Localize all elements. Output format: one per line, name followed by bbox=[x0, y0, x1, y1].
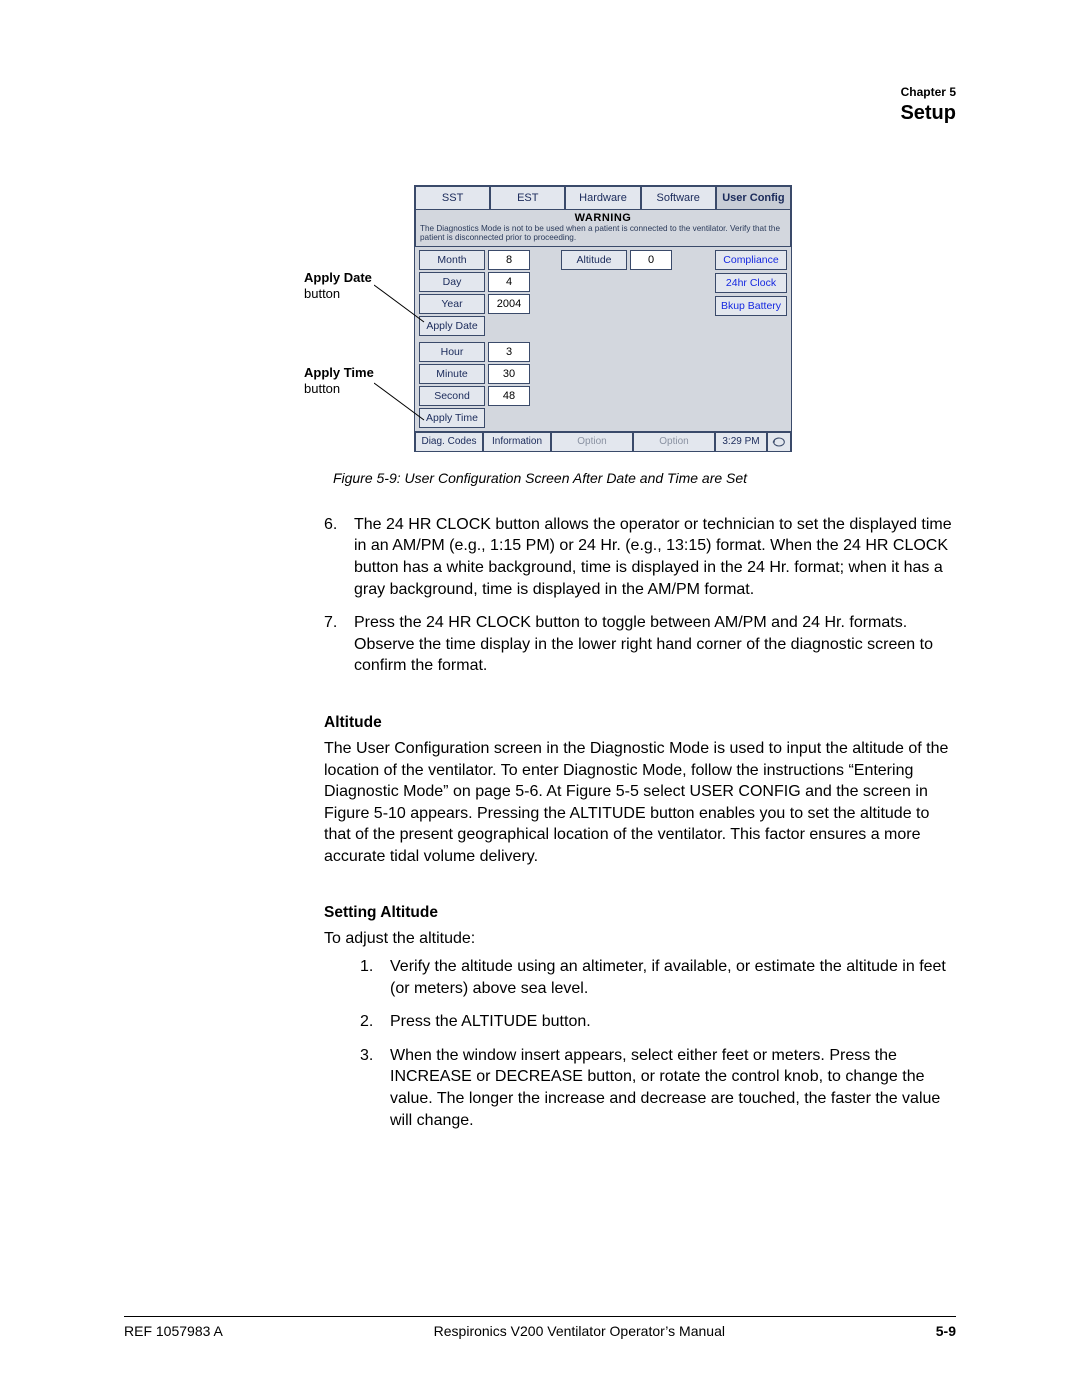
second-value: 48 bbox=[488, 386, 530, 406]
page-footer: REF 1057983 A Respironics V200 Ventilato… bbox=[124, 1316, 956, 1339]
month-button[interactable]: Month bbox=[419, 250, 485, 270]
list-item: 7. Press the 24 HR CLOCK button to toggl… bbox=[324, 612, 956, 677]
instruction-list-a: 6. The 24 HR CLOCK button allows the ope… bbox=[324, 514, 956, 677]
tab-sst[interactable]: SST bbox=[415, 186, 490, 210]
user-config-screen: SST EST Hardware Software User Config WA… bbox=[414, 185, 792, 452]
day-button[interactable]: Day bbox=[419, 272, 485, 292]
apply-date-button[interactable]: Apply Date bbox=[419, 316, 485, 336]
setting-altitude-heading: Setting Altitude bbox=[324, 903, 956, 924]
option-button-2: Option bbox=[633, 432, 715, 452]
day-value: 4 bbox=[488, 272, 530, 292]
footer-title: Respironics V200 Ventilator Operator’s M… bbox=[434, 1323, 725, 1339]
tab-hardware[interactable]: Hardware bbox=[565, 186, 640, 210]
minute-value: 30 bbox=[488, 364, 530, 384]
list-item: 3. When the window insert appears, selec… bbox=[360, 1045, 956, 1131]
footer-page-number: 5-9 bbox=[936, 1323, 956, 1339]
year-button[interactable]: Year bbox=[419, 294, 485, 314]
24hr-clock-button[interactable]: 24hr Clock bbox=[715, 273, 787, 293]
altitude-button[interactable]: Altitude bbox=[561, 250, 627, 270]
bkup-battery-button[interactable]: Bkup Battery bbox=[715, 296, 787, 316]
chapter-title: Setup bbox=[124, 102, 956, 125]
option-button-1: Option bbox=[551, 432, 633, 452]
chapter-label: Chapter 5 bbox=[124, 85, 956, 99]
month-value: 8 bbox=[488, 250, 530, 270]
compliance-button[interactable]: Compliance bbox=[715, 250, 787, 270]
list-item: 6. The 24 HR CLOCK button allows the ope… bbox=[324, 514, 956, 600]
second-button[interactable]: Second bbox=[419, 386, 485, 406]
figure-area: Apply Date button Apply Time button SST … bbox=[304, 185, 956, 452]
hour-value: 3 bbox=[488, 342, 530, 362]
altitude-heading: Altitude bbox=[324, 713, 956, 734]
callout-apply-date: Apply Date button bbox=[304, 270, 372, 303]
knob-icon[interactable] bbox=[767, 432, 791, 452]
altitude-para: The User Configuration screen in the Dia… bbox=[324, 738, 956, 868]
apply-time-button[interactable]: Apply Time bbox=[419, 408, 485, 428]
information-button[interactable]: Information bbox=[483, 432, 551, 452]
year-value: 2004 bbox=[488, 294, 530, 314]
tab-software[interactable]: Software bbox=[641, 186, 716, 210]
warning-title: WARNING bbox=[420, 212, 786, 224]
list-item: 2. Press the ALTITUDE button. bbox=[360, 1011, 956, 1033]
minute-button[interactable]: Minute bbox=[419, 364, 485, 384]
footer-ref: REF 1057983 A bbox=[124, 1323, 223, 1339]
warning-strip: WARNING The Diagnostics Mode is not to b… bbox=[415, 210, 791, 247]
callout-apply-time: Apply Time button bbox=[304, 365, 374, 398]
time-display: 3:29 PM bbox=[715, 432, 767, 452]
list-item: 1. Verify the altitude using an altimete… bbox=[360, 956, 956, 999]
hour-button[interactable]: Hour bbox=[419, 342, 485, 362]
diag-codes-button[interactable]: Diag. Codes bbox=[415, 432, 483, 452]
tab-est[interactable]: EST bbox=[490, 186, 565, 210]
warning-text: The Diagnostics Mode is not to be used w… bbox=[420, 224, 786, 243]
tabs-row: SST EST Hardware Software User Config bbox=[415, 186, 791, 210]
setting-altitude-intro: To adjust the altitude: bbox=[324, 928, 956, 950]
altitude-value: 0 bbox=[630, 250, 672, 270]
tab-user-config[interactable]: User Config bbox=[716, 186, 791, 210]
figure-caption: Figure 5-9: User Configuration Screen Af… bbox=[124, 470, 956, 486]
